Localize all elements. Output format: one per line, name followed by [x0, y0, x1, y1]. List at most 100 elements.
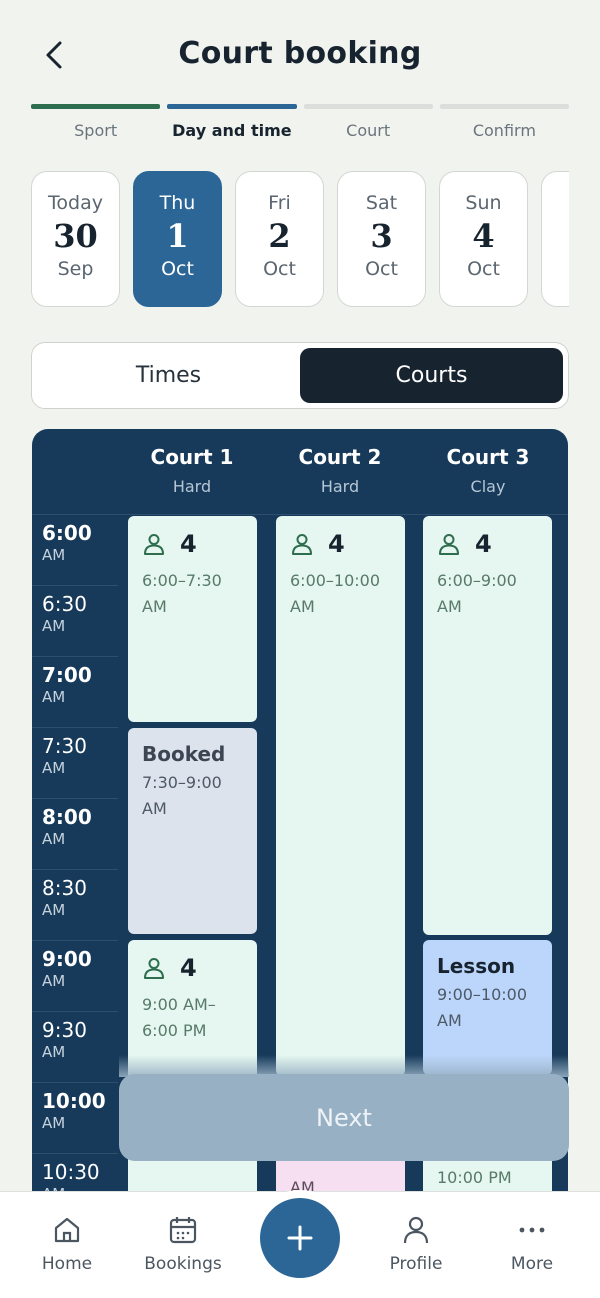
time-ampm: AM — [42, 901, 66, 919]
date-month: Sep — [57, 258, 94, 280]
tab-label: More — [510, 1254, 554, 1274]
time-ampm: AM — [42, 1184, 118, 1191]
date-weekday: Today — [48, 192, 103, 214]
slot-time-range: 9:00 AM–6:00 PM — [142, 995, 216, 1040]
step-court[interactable]: Court — [303, 104, 433, 144]
date-card-thu-selected[interactable]: Thu 1 Oct — [133, 171, 222, 307]
court-header-2: Court 2 Hard — [266, 429, 414, 515]
slot-court1-available[interactable]: 4 6:00–7:30 AM — [128, 516, 257, 722]
slot-court1-booked: Booked 7:30–9:00 AM — [128, 728, 257, 934]
next-button[interactable]: Next — [119, 1074, 569, 1161]
add-button-circle — [260, 1198, 340, 1278]
date-weekday: M — [542, 192, 569, 214]
court-name: Court 1 — [150, 445, 234, 469]
step-day-and-time[interactable]: Day and time — [167, 104, 297, 144]
time-value: 6:00 — [42, 521, 92, 545]
slot-court3-available[interactable]: 4 6:00–9:00 AM — [423, 516, 552, 935]
tab-label: Home — [41, 1254, 93, 1274]
time-value: 7:00 — [42, 663, 92, 687]
person-icon — [403, 1216, 429, 1244]
date-weekday: Thu — [159, 192, 196, 214]
slot-capacity: 4 — [290, 530, 391, 558]
date-card-today[interactable]: Today 30 Sep — [31, 171, 120, 307]
time-label: 10:00 AM — [32, 1083, 118, 1154]
header: Court booking — [0, 0, 600, 100]
time-label: 7:00 AM — [32, 657, 118, 728]
step-sport[interactable]: Sport — [31, 104, 161, 144]
court-name: Court 3 — [446, 445, 530, 469]
slot-time-range: 6:00–9:00 AM — [437, 571, 517, 616]
time-ampm: AM — [42, 1043, 66, 1061]
date-card-sun[interactable]: Sun 4 Oct — [439, 171, 528, 307]
plus-icon — [287, 1225, 313, 1251]
date-day: 1 — [166, 217, 189, 255]
date-card-sat[interactable]: Sat 3 Oct — [337, 171, 426, 307]
next-button-label: Next — [316, 1103, 372, 1132]
step-label: Sport — [74, 121, 118, 140]
time-label: 10:30AM — [32, 1154, 118, 1191]
time-label: 7:30 AM — [32, 728, 118, 799]
time-value: 8:30 — [42, 876, 87, 900]
slot-status: Booked — [142, 742, 226, 766]
court-header-3: Court 3 Clay — [414, 429, 562, 515]
slot-time-range: 7:30–9:00 AM — [142, 773, 222, 818]
step-label: Day and time — [172, 121, 292, 140]
time-ampm: AM — [42, 688, 66, 706]
date-day: 30 — [53, 217, 98, 255]
time-ampm: AM — [42, 1114, 66, 1132]
tab-label: Profile — [389, 1254, 443, 1274]
time-ampm: AM — [42, 830, 66, 848]
date-weekday: Sun — [465, 192, 502, 214]
capacity-count: 4 — [475, 530, 492, 558]
date-day: 3 — [370, 217, 393, 255]
step-bar — [31, 104, 161, 109]
person-icon — [439, 534, 459, 555]
court-surface: Clay — [470, 477, 506, 496]
time-value: 9:30 — [42, 1018, 87, 1042]
view-toggle: Times Courts — [31, 342, 569, 409]
slot-time-range: 10:00 PM — [437, 1168, 512, 1187]
step-label: Confirm — [472, 121, 536, 140]
tab-more[interactable]: More — [477, 1214, 587, 1274]
tab-home[interactable]: Home — [12, 1214, 122, 1274]
tab-bookings[interactable]: Bookings — [128, 1214, 238, 1274]
court-surface: Hard — [172, 477, 212, 496]
date-card-fri[interactable]: Fri 2 Oct — [235, 171, 324, 307]
slot-capacity: 4 — [142, 530, 243, 558]
step-bar — [439, 104, 569, 109]
date-month: Oct — [467, 258, 500, 280]
step-bar — [167, 104, 297, 109]
date-weekday: Sat — [365, 192, 398, 214]
tab-profile[interactable]: Profile — [361, 1214, 471, 1274]
slot-time-range: 6:00–10:00 AM — [290, 571, 381, 616]
time-label: 6:30 AM — [32, 586, 118, 657]
more-dots-icon — [519, 1227, 545, 1233]
step-bar — [303, 104, 433, 109]
progress-stepper: Sport Day and time Court Confirm — [31, 104, 569, 144]
time-label: 9:00 AM — [32, 941, 118, 1012]
time-value: 9:00 — [42, 947, 92, 971]
date-card-mon[interactable]: M5O — [541, 171, 569, 307]
time-ampm: AM — [42, 546, 66, 564]
toggle-times[interactable]: Times — [37, 348, 300, 403]
slot-time-range: 9:00–10:00 AM — [437, 985, 528, 1030]
step-label: Court — [346, 121, 391, 140]
slot-status: Lesson — [437, 954, 516, 978]
person-icon — [292, 534, 312, 555]
capacity-count: 4 — [180, 954, 197, 982]
tab-label: Bookings — [144, 1254, 222, 1274]
add-booking-button[interactable] — [252, 1190, 348, 1286]
slot-capacity: 4 — [142, 954, 243, 982]
date-month: Oct — [263, 258, 296, 280]
time-label: 8:30 AM — [32, 870, 118, 941]
date-month: O — [542, 258, 569, 280]
calendar-icon — [169, 1217, 197, 1244]
person-icon — [144, 958, 164, 979]
toggle-courts[interactable]: Courts — [300, 348, 563, 403]
step-confirm[interactable]: Confirm — [439, 104, 569, 144]
time-label: 9:30 AM — [32, 1012, 118, 1083]
time-value: 8:00 — [42, 805, 92, 829]
time-ampm: AM — [42, 972, 66, 990]
slot-court2-available[interactable]: 4 6:00–10:00 AM — [276, 516, 405, 1076]
court-surface: Hard — [320, 477, 360, 496]
